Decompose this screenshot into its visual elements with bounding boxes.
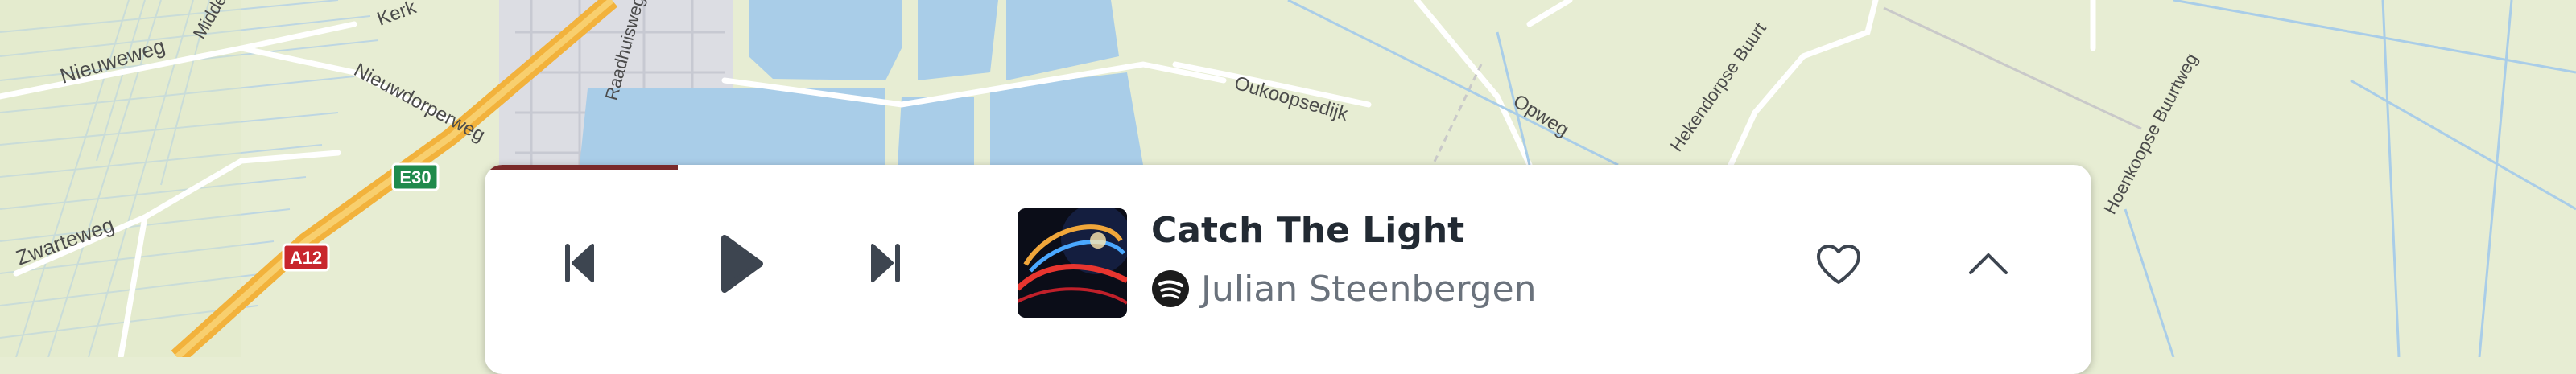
play-button[interactable]	[713, 228, 771, 300]
next-track-button[interactable]	[865, 239, 906, 287]
chevron-up-icon	[1969, 253, 2008, 274]
favorite-button[interactable]	[1813, 240, 1864, 289]
previous-track-button[interactable]	[559, 239, 601, 287]
album-art[interactable]	[1018, 208, 1127, 318]
artist-row: Julian Steenbergen	[1151, 266, 1537, 311]
heart-icon	[1817, 245, 1860, 284]
expand-button[interactable]	[1964, 244, 2013, 284]
road-shield-e30: E30	[391, 162, 440, 191]
track-title: Catch The Light	[1151, 210, 1465, 251]
skip-previous-icon	[565, 244, 594, 282]
album-art-image	[1018, 208, 1127, 318]
media-player-card: Catch The Light Julian Steenbergen	[485, 165, 2091, 374]
spotify-icon	[1152, 270, 1189, 307]
playback-progress-bar[interactable]	[485, 165, 678, 170]
svg-text:A12: A12	[290, 248, 322, 268]
svg-text:E30: E30	[399, 167, 431, 187]
artist-name: Julian Steenbergen	[1201, 268, 1537, 310]
play-icon	[721, 235, 763, 293]
road-shield-a12: A12	[282, 243, 330, 272]
skip-next-icon	[871, 244, 900, 282]
